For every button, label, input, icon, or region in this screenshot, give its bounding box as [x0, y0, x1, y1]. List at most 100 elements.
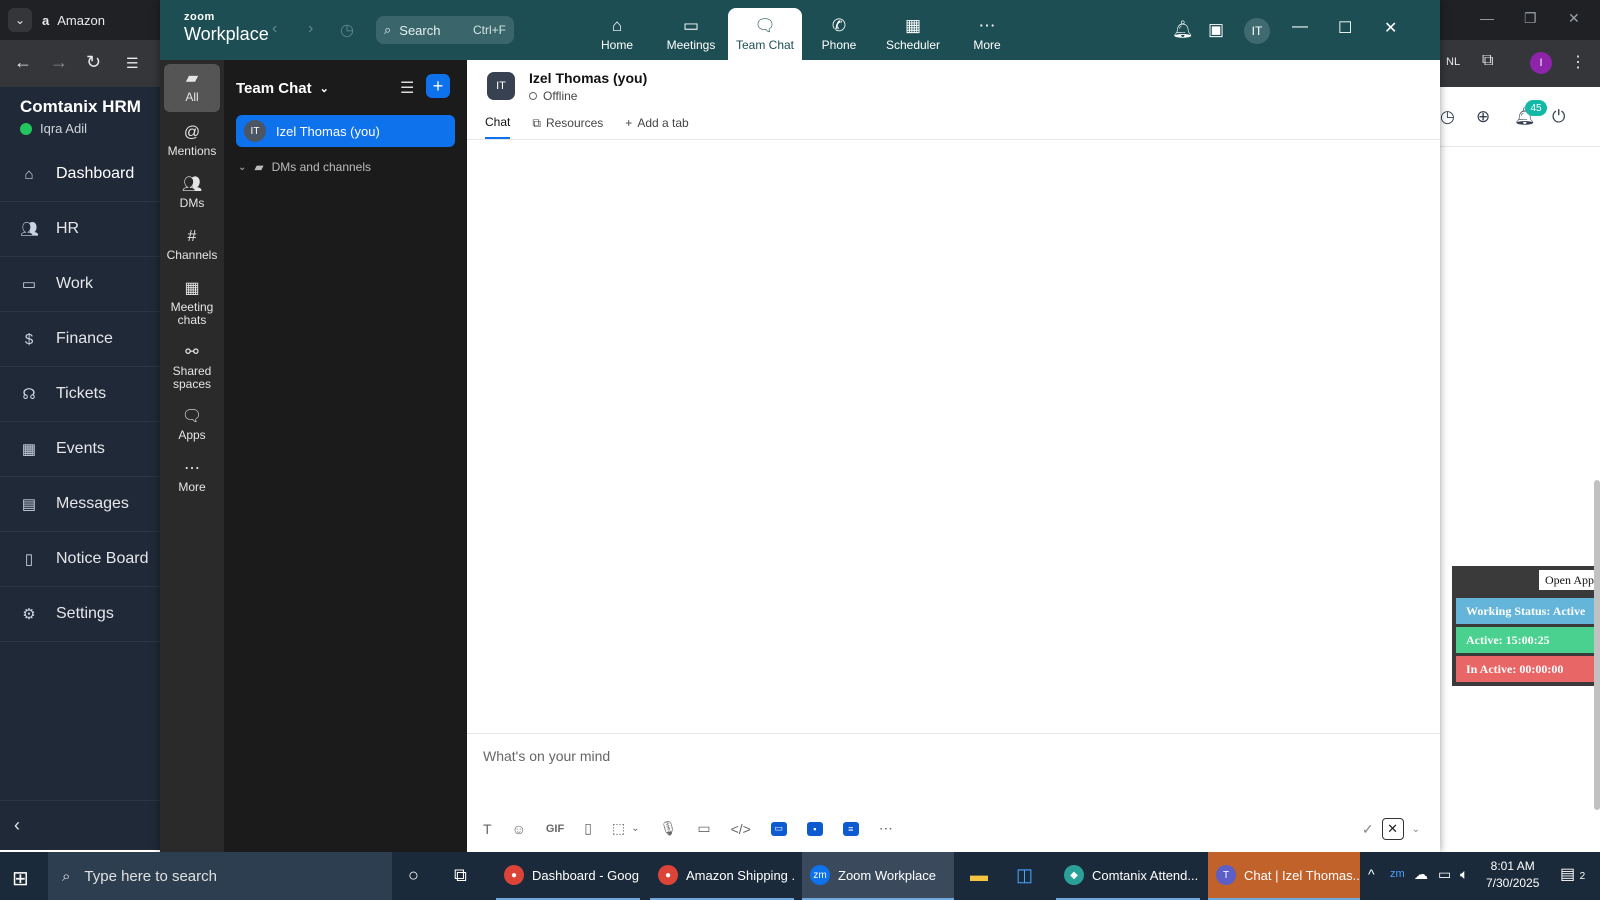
browser-tab-title: Amazon — [57, 12, 105, 28]
filter-icon[interactable]: ☰ — [400, 78, 414, 98]
volume-icon[interactable]: 🔈︎ — [1460, 866, 1468, 883]
cancel-icon[interactable]: ✕ — [1381, 818, 1404, 840]
avatar[interactable]: IT — [487, 72, 515, 100]
browser-menu-icon[interactable]: ⋮ — [1570, 52, 1586, 72]
zoom-forward-icon[interactable]: › — [308, 20, 313, 38]
action-center-icon[interactable]: ▤ 2 — [1560, 864, 1585, 884]
close-icon[interactable]: ✕ — [1568, 10, 1580, 27]
chat-item-self[interactable]: IT Izel Thomas (you) — [236, 115, 455, 147]
format-text-icon[interactable]: T — [483, 821, 492, 837]
dms-channels-section[interactable]: ⌄ ▰ DMs and channels — [238, 160, 371, 174]
site-settings-icon[interactable]: ☰ — [126, 55, 139, 72]
calendar-widget-icon[interactable]: ▣ — [1208, 20, 1224, 40]
rail-more[interactable]: ⋯ More — [160, 452, 224, 504]
zoom-search[interactable]: ⌕ Search Ctrl+F — [376, 16, 514, 44]
rail-meeting-chats[interactable]: ▦ Meeting chats — [160, 272, 224, 336]
chevron-down-icon[interactable]: ⌄ — [631, 823, 639, 834]
zoom-avatar[interactable]: IT — [1244, 18, 1270, 44]
back-icon[interactable]: ← — [14, 52, 32, 73]
rail-dms[interactable]: 👥︎ DMs — [160, 168, 224, 220]
cortana-icon[interactable]: ○ — [408, 865, 419, 886]
hrm-nav-settings[interactable]: ⚙ Settings — [0, 587, 160, 642]
hrm-nav-dashboard[interactable]: ⌂ Dashboard — [0, 147, 160, 202]
zoom-docs-icon[interactable]: ▪ — [806, 821, 823, 836]
rail-shared-spaces[interactable]: ⚯ Shared spaces — [160, 336, 224, 400]
zoom-tray-icon[interactable]: zm — [1390, 868, 1405, 880]
emoji-icon[interactable]: ☺ — [512, 821, 526, 837]
tab-phone[interactable]: ✆ Phone — [802, 8, 876, 60]
zoom-app-icon[interactable]: ▭ — [770, 821, 787, 836]
taskbar-app-teams-chat[interactable]: T Chat | Izel Thomas... — [1208, 852, 1360, 900]
message-input[interactable] — [483, 744, 1383, 768]
network-icon[interactable]: ▭ — [1438, 866, 1451, 883]
code-snippet-icon[interactable]: </> — [731, 821, 751, 837]
rail-apps[interactable]: 🗨︎ Apps — [160, 400, 224, 452]
rail-mentions[interactable]: @ Mentions — [160, 116, 224, 168]
extension-nl-icon[interactable]: NL — [1446, 56, 1460, 68]
maximize-icon[interactable]: ☐ — [1338, 18, 1352, 38]
more-icon[interactable]: ⋯ — [879, 820, 893, 837]
tab-team-chat[interactable]: 🗨︎ Team Chat — [728, 8, 802, 60]
outlook-icon[interactable]: ◫ — [1016, 865, 1033, 886]
video-message-icon[interactable]: ▭ — [697, 820, 710, 837]
task-view-icon[interactable]: ⧉ — [454, 865, 467, 886]
hrm-nav-finance[interactable]: $ Finance — [0, 312, 160, 367]
taskbar-app-chrome-dashboard[interactable]: ● Dashboard - Goog... — [496, 852, 640, 900]
extensions-icon[interactable]: ⧉ — [1482, 52, 1493, 70]
add-icon[interactable]: ⊕ — [1476, 107, 1490, 127]
hrm-nav-messages[interactable]: ▤ Messages — [0, 477, 160, 532]
tab-scheduler[interactable]: ▦ Scheduler — [876, 8, 950, 60]
rail-all[interactable]: ▰ All — [164, 64, 220, 112]
file-explorer-icon[interactable]: ▬ — [970, 865, 988, 886]
send-icon[interactable]: ✓ — [1362, 821, 1374, 838]
chat-title[interactable]: Izel Thomas (you) — [529, 70, 647, 86]
power-icon[interactable]: ⏻ — [1552, 107, 1565, 127]
list-title[interactable]: Team Chat ⌄ — [236, 80, 329, 97]
tab-search-button[interactable]: ⌄ — [8, 8, 32, 32]
chevron-down-icon[interactable]: ⌄ — [1412, 824, 1420, 835]
tab-resources[interactable]: ⧉ Resources — [532, 115, 603, 139]
minimize-icon[interactable]: — — [1480, 10, 1494, 26]
tab-more[interactable]: ⋯ More — [950, 8, 1024, 60]
windows-start-icon[interactable]: ⊞ — [12, 866, 29, 891]
zoom-whiteboard-icon[interactable]: ≡ — [842, 821, 859, 836]
history-icon[interactable]: ◷ — [340, 20, 354, 40]
page-scrollbar[interactable] — [1594, 480, 1600, 810]
taskbar-app-zoom[interactable]: zm Zoom Workplace — [802, 852, 954, 900]
taskbar-search[interactable]: ⌕ Type here to search — [48, 852, 392, 900]
zoom-back-icon[interactable]: ‹ — [272, 20, 277, 38]
taskbar-app-comtanix[interactable]: ◆ Comtanix Attend... — [1056, 852, 1200, 900]
tab-chat[interactable]: Chat — [485, 115, 511, 139]
reload-icon[interactable]: ↻ — [86, 52, 101, 73]
taskbar-app-chrome-amazon[interactable]: ● Amazon Shipping ... — [650, 852, 794, 900]
browser-tab[interactable]: a Amazon — [42, 6, 162, 34]
onedrive-icon[interactable]: ☁ — [1414, 866, 1428, 883]
tab-home[interactable]: ⌂ Home — [580, 8, 654, 60]
sidebar-collapse-button[interactable]: ‹ — [0, 800, 160, 850]
profile-avatar[interactable]: I — [1530, 52, 1552, 74]
taskbar-clock[interactable]: 8:01 AM 7/30/2025 — [1486, 858, 1539, 892]
hrm-nav-tickets[interactable]: ☊ Tickets — [0, 367, 160, 422]
hrm-nav-hr[interactable]: 👥︎ HR — [0, 202, 160, 257]
new-chat-button[interactable]: + — [426, 74, 450, 98]
clock-icon[interactable]: ◷ — [1440, 107, 1455, 127]
forward-icon[interactable]: → — [50, 52, 68, 73]
hrm-nav-work[interactable]: ▭ Work — [0, 257, 160, 312]
hrm-nav-events[interactable]: ▦ Events — [0, 422, 160, 477]
file-icon[interactable]: ▯ — [584, 820, 592, 837]
minimize-icon[interactable]: — — [1292, 18, 1308, 36]
restore-icon[interactable]: ❐ — [1524, 10, 1537, 27]
hrm-brand[interactable]: Comtanix HRM — [20, 97, 141, 117]
bell-icon[interactable]: 🔔︎ — [1172, 20, 1194, 40]
tab-meetings[interactable]: ▭ Meetings — [654, 8, 728, 60]
gif-icon[interactable]: GIF — [546, 823, 564, 835]
hrm-nav-label: Work — [56, 275, 94, 292]
tray-expand-icon[interactable]: ^ — [1368, 866, 1375, 882]
microphone-icon[interactable]: 🎙︎ — [660, 820, 678, 837]
rail-channels[interactable]: # Channels — [160, 220, 224, 272]
open-app-button[interactable]: Open App — [1539, 570, 1600, 590]
close-icon[interactable]: ✕ — [1384, 18, 1397, 38]
add-tab-button[interactable]: + Add a tab — [625, 115, 688, 139]
screenshot-icon[interactable]: ⬚ — [612, 820, 625, 837]
hrm-nav-notice-board[interactable]: ▯ Notice Board — [0, 532, 160, 587]
